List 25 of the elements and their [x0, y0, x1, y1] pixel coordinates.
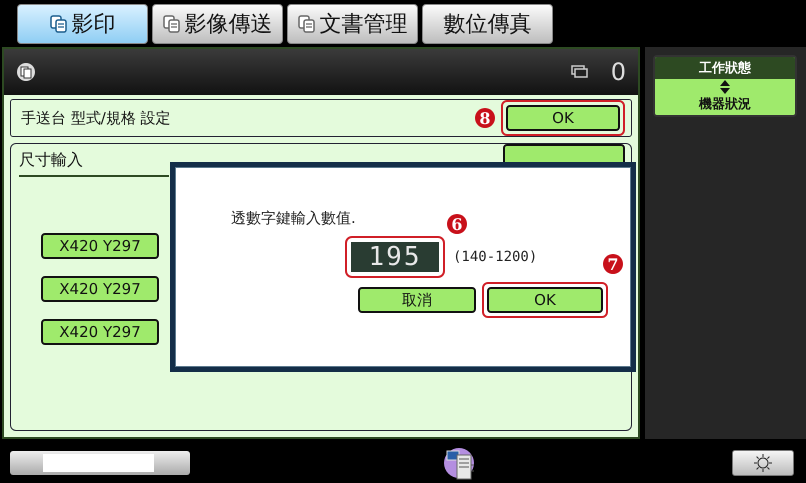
- ok-button[interactable]: OK: [487, 287, 603, 313]
- tab[interactable]: 影印: [17, 4, 148, 44]
- copy-count: 0: [610, 58, 626, 86]
- row-label: 手送台 型式/規格 設定: [21, 108, 172, 128]
- range-label: (140-1200): [453, 249, 538, 265]
- up-down-arrow-icon: [719, 79, 731, 95]
- step-marker: 8: [475, 108, 495, 128]
- size-preset-button[interactable]: X420 Y297: [41, 319, 159, 345]
- cancel-button[interactable]: 取消: [358, 287, 476, 313]
- copy-icon: [16, 62, 36, 82]
- status-button[interactable]: 工作狀態 機器狀況: [653, 55, 797, 117]
- step-marker: 6: [447, 214, 467, 234]
- pages-icon: [570, 65, 589, 79]
- sun-icon: [753, 453, 773, 473]
- size-preset-button[interactable]: X420 Y297: [41, 233, 159, 259]
- ok-button[interactable]: OK: [506, 105, 620, 131]
- brightness-button[interactable]: [732, 450, 794, 476]
- tab[interactable]: 數位傳真: [422, 4, 553, 44]
- tab[interactable]: 文書管理: [287, 4, 418, 44]
- step-marker: 7: [603, 254, 623, 274]
- tab[interactable]: 影像傳送: [152, 4, 283, 44]
- dialog-message: 透數字鍵輸入數值.: [231, 209, 356, 228]
- size-preset-button[interactable]: X420 Y297: [41, 276, 159, 302]
- value-display: 195: [351, 242, 439, 272]
- panel-title: 尺寸輸入: [19, 150, 169, 177]
